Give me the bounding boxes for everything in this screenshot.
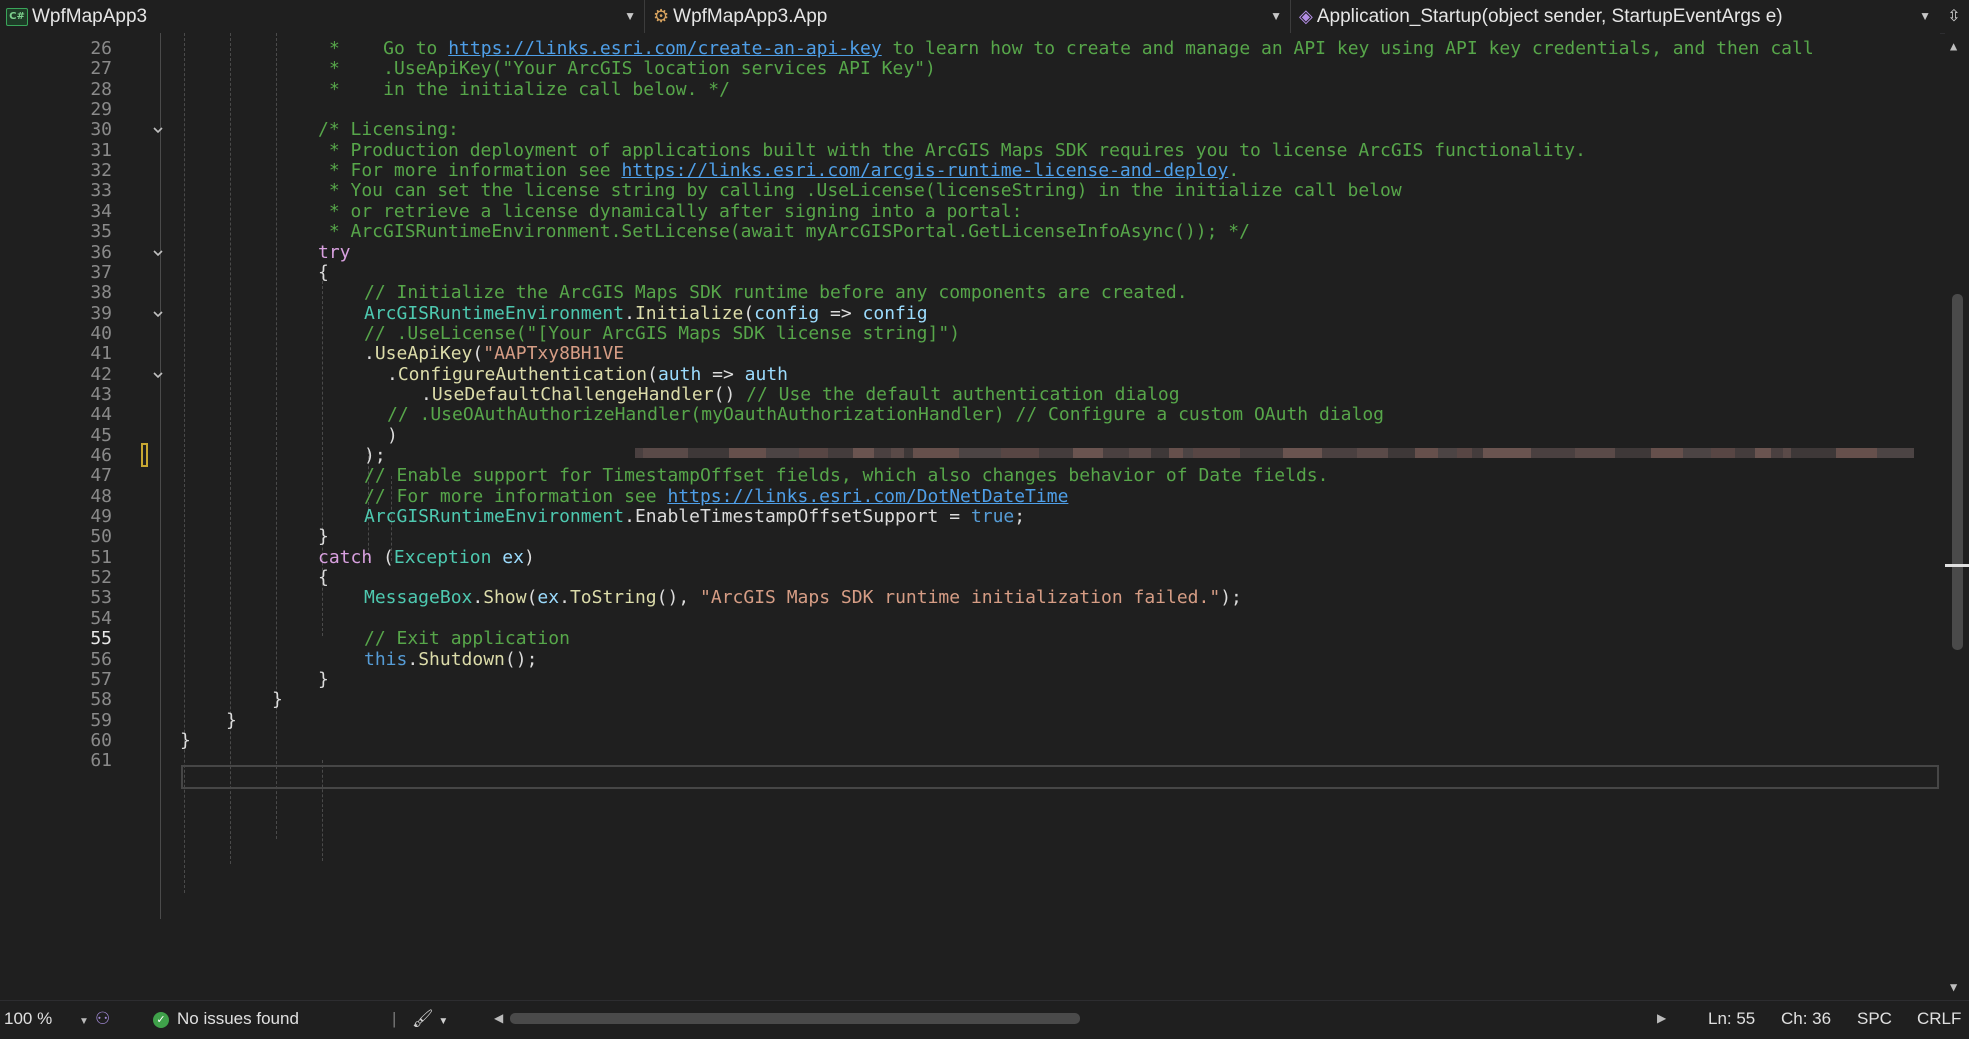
fold-chevron-icon[interactable] [152, 247, 164, 259]
redaction-block [1783, 448, 1791, 458]
horizontal-scrollbar-thumb[interactable] [510, 1013, 1080, 1024]
line-indicator[interactable]: Ln: 55 [1708, 1001, 1755, 1036]
line-ending-indicator[interactable]: CRLF [1917, 1001, 1961, 1036]
redaction-block [828, 448, 853, 458]
redaction-block [1388, 448, 1415, 458]
redaction-block [913, 448, 959, 458]
redaction-block [1472, 448, 1483, 458]
redaction-block [1531, 448, 1575, 458]
scroll-down-icon[interactable]: ▼ [1950, 980, 1957, 994]
chevron-down-icon: ▼ [1270, 9, 1282, 23]
csharp-project-icon: C# [6, 7, 28, 26]
redaction-block [1791, 448, 1836, 458]
chevron-down-icon: ▼ [1919, 9, 1931, 23]
redaction-block [688, 448, 729, 458]
line-number: 61 [90, 750, 112, 772]
redaction-block [1129, 448, 1151, 458]
redaction-block [643, 448, 688, 458]
issues-text: No issues found [177, 1009, 299, 1028]
redaction-block [1322, 448, 1357, 458]
redaction-block [1039, 448, 1073, 458]
fold-chevron-icon[interactable] [152, 308, 164, 320]
method-icon: ◈ [1299, 6, 1313, 26]
chevron-down-icon: ▼ [624, 9, 636, 23]
redaction-block [729, 448, 766, 458]
whitespace-indicator[interactable]: SPC [1857, 1001, 1892, 1036]
redaction-block [1240, 448, 1283, 458]
issues-indicator[interactable]: ✓ No issues found [153, 1001, 299, 1036]
redaction-block [1615, 448, 1651, 458]
redaction-block [874, 448, 891, 458]
class-name: WpfMapApp3.App [673, 5, 828, 27]
redaction-block [1415, 448, 1438, 458]
status-bar: 100 % ▼ ⚇ ✓ No issues found | 🖌 ▼ ◀ ▶ Ln:… [0, 1000, 1969, 1036]
redaction-block [1483, 448, 1531, 458]
caret-position-marker [1945, 564, 1969, 567]
redaction-block [904, 448, 913, 458]
code-editor[interactable]: 26 * Go to https://links.esri.com/create-… [0, 33, 1940, 1000]
redaction-block [1836, 448, 1877, 458]
zoom-level: 100 % [4, 1009, 53, 1028]
project-dropdown[interactable]: C# WpfMapApp3 ▼ [0, 0, 644, 33]
navigation-bar: C# WpfMapApp3 ▼ ⚙ WpfMapApp3.App ▼ ◈ App… [0, 0, 1969, 34]
redaction-block [1001, 448, 1039, 458]
redaction-block [1711, 448, 1735, 458]
redaction-block [891, 448, 904, 458]
scroll-right-icon[interactable]: ▶ [1657, 1001, 1666, 1036]
fold-chevron-icon[interactable] [152, 124, 164, 136]
scroll-up-icon[interactable]: ▲ [1950, 39, 1957, 53]
redaction-block [1169, 448, 1183, 458]
redaction-block [1357, 448, 1388, 458]
redaction-block [1183, 448, 1193, 458]
redaction-block [1735, 448, 1755, 458]
scrollbar-thumb[interactable] [1952, 294, 1963, 650]
redaction-block [1193, 448, 1240, 458]
member-dropdown[interactable]: ◈ Application_Startup(object sender, Sta… [1290, 0, 1939, 33]
redaction-block [1771, 448, 1783, 458]
project-name: WpfMapApp3 [32, 5, 148, 27]
redaction-block [1283, 448, 1322, 458]
fold-chevron-icon[interactable] [152, 369, 164, 381]
column-indicator[interactable]: Ch: 36 [1781, 1001, 1831, 1036]
redaction-block [635, 448, 643, 458]
redaction-block [1755, 448, 1771, 458]
redaction-block [799, 448, 828, 458]
redaction-block [853, 448, 874, 458]
horizontal-scrollbar[interactable] [510, 1012, 1660, 1026]
redaction-block [1877, 448, 1914, 458]
redaction-block [766, 448, 799, 458]
separator: | [392, 1009, 397, 1028]
vertical-scrollbar[interactable]: ▲ ▼ [1945, 33, 1969, 1000]
code-cleanup-icon[interactable]: 🖌 ▼ [412, 1001, 448, 1036]
redaction-block [1651, 448, 1683, 458]
class-dropdown[interactable]: ⚙ WpfMapApp3.App ▼ [644, 0, 1290, 33]
zoom-dropdown[interactable]: 100 % ▼ [4, 1001, 89, 1036]
redaction-block [1438, 448, 1457, 458]
class-icon: ⚙ [653, 6, 670, 26]
redaction-block [1683, 448, 1711, 458]
scroll-left-icon[interactable]: ◀ [494, 1001, 503, 1036]
redaction-block [1073, 448, 1103, 458]
redaction-block [1457, 448, 1472, 458]
edit-marker [141, 443, 148, 467]
redaction-block [1103, 448, 1129, 458]
chevron-down-icon: ▼ [78, 1016, 89, 1027]
check-icon: ✓ [153, 1011, 169, 1028]
split-window-icon[interactable]: ⇳ [1943, 6, 1965, 26]
redaction-block [1575, 448, 1615, 458]
member-name: Application_Startup(object sender, Start… [1316, 5, 1783, 27]
redaction-block [1151, 448, 1169, 458]
redaction-block [959, 448, 1001, 458]
copilot-icon[interactable]: ⚇ [95, 1001, 110, 1036]
redacted-api-key [635, 443, 1940, 465]
code-line[interactable]: 61 [0, 748, 1940, 774]
